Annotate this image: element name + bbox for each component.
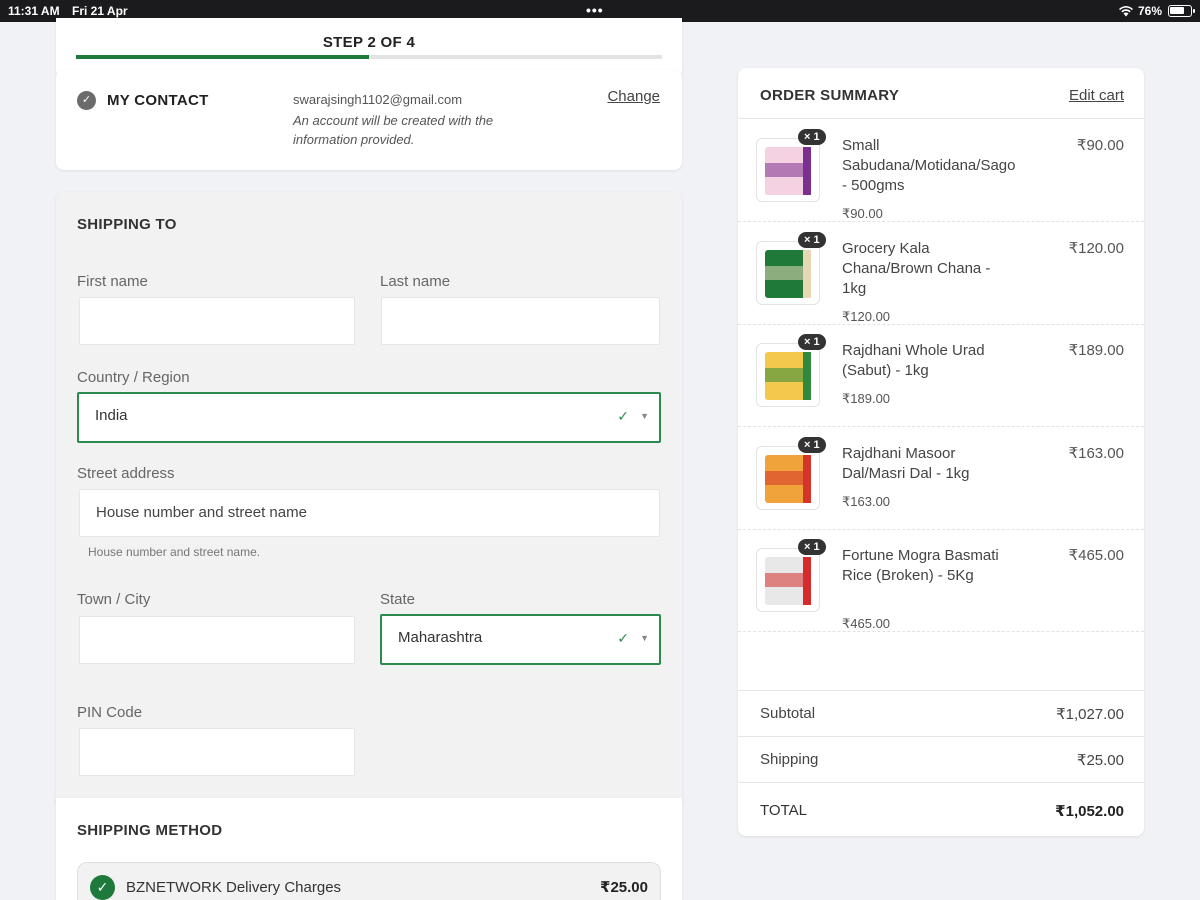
item-name: Grocery Kala Chana/Brown Chana - 1kg — [842, 239, 991, 297]
shipping-row: Shipping ₹25.00 — [738, 736, 1144, 782]
contact-title: MY CONTACT — [107, 92, 209, 109]
wifi-icon — [1118, 6, 1133, 17]
item-price: ₹189.00 — [1068, 342, 1124, 359]
valid-check-icon: ✓ — [617, 408, 629, 424]
product-thumbnail — [756, 548, 820, 612]
item-line-price: ₹189.00 — [842, 391, 891, 406]
product-thumbnail — [756, 240, 820, 305]
item-name: Rajdhani Whole Urad (Sabut) - 1kg — [842, 342, 985, 379]
contact-note: An account will be created with the info… — [293, 113, 494, 147]
item-price: ₹120.00 — [1068, 239, 1124, 257]
item-line-price: ₹90.00 — [842, 206, 883, 221]
status-date: Fri 21 Apr — [72, 4, 128, 18]
state-select[interactable]: Maharashtra ✓ ▼ — [380, 614, 661, 665]
status-right: 76% — [1118, 4, 1162, 18]
quantity-badge: × 1 — [798, 539, 826, 555]
status-time: 11:31 AM — [8, 4, 60, 18]
last-name-input[interactable] — [381, 297, 660, 345]
contact-section: ✓ MY CONTACT swarajsingh1102@gmail.com A… — [56, 70, 682, 170]
shipping-to-title: SHIPPING TO — [77, 216, 177, 233]
cart-item: × 1 Rajdhani Masoor Dal/Masri Dal - 1kg ₹1… — [738, 428, 1144, 530]
subtotal-label: Subtotal — [760, 705, 816, 722]
shipping-method-title: SHIPPING METHOD — [77, 822, 223, 839]
item-line-price: ₹120.00 — [842, 308, 891, 324]
state-value: Maharashtra — [398, 629, 483, 646]
shipping-to-section: SHIPPING TO First name Last name Country… — [56, 192, 682, 802]
item-name: Fortune Mogra Basmati Rice (Broken) - 5K… — [842, 547, 999, 584]
battery-icon — [1168, 5, 1195, 17]
total-row: TOTAL ₹1,052.00 — [738, 782, 1144, 836]
total-value: ₹1,052.00 — [1055, 803, 1124, 820]
subtotal-row: Subtotal ₹1,027.00 — [738, 690, 1144, 736]
street-address-input[interactable]: House number and street name — [79, 489, 660, 537]
street-helper-text: House number and street name. — [88, 545, 261, 559]
street-label: Street address — [77, 465, 175, 482]
change-contact-link[interactable]: Change — [607, 88, 660, 105]
product-thumbnail — [756, 343, 820, 407]
check-circle-icon: ✓ — [77, 91, 96, 110]
cart-item: × 1 Small Sabudana/Motidana/Sago - 500gms… — [738, 120, 1144, 222]
divider — [738, 118, 1144, 119]
item-line-price: ₹465.00 — [842, 616, 891, 631]
step-label: STEP 2 OF 4 — [322, 34, 416, 51]
item-name: Rajdhani Masoor Dal/Masri Dal - 1kg — [842, 444, 970, 482]
subtotal-value: ₹1,027.00 — [1056, 706, 1124, 723]
product-thumbnail — [756, 138, 820, 202]
last-name-label: Last name — [380, 273, 451, 290]
item-name: Small Sabudana/Motidana/Sago - 500gms — [842, 137, 1016, 194]
battery-percent: 76% — [1137, 4, 1162, 18]
city-input[interactable] — [79, 616, 355, 664]
first-name-label: First name — [77, 273, 148, 290]
shipping-method-price: ₹25.00 — [600, 879, 648, 896]
cart-item: × 1 Rajdhani Whole Urad (Sabut) - 1kg ₹189… — [738, 325, 1144, 427]
product-thumbnail — [756, 445, 820, 510]
step-progress-fill — [76, 55, 369, 59]
country-label: Country / Region — [77, 369, 190, 386]
chevron-down-icon[interactable]: ▼ — [640, 616, 649, 660]
contact-email: swarajsingh1102@gmail.com — [293, 92, 463, 107]
quantity-badge: × 1 — [798, 231, 826, 248]
item-line-price: ₹163.00 — [842, 493, 891, 509]
first-name-input[interactable] — [79, 297, 355, 345]
shipping-label: Shipping — [760, 751, 819, 768]
shipping-method-name: BZNETWORK Delivery Charges — [126, 879, 342, 896]
shipping-method-option[interactable]: ✓ BZNETWORK Delivery Charges ₹25.00 — [77, 862, 661, 900]
pin-code-label: PIN Code — [77, 704, 143, 721]
multitask-dots-icon[interactable]: ••• — [586, 2, 604, 18]
quantity-badge: × 1 — [798, 129, 826, 145]
valid-check-icon: ✓ — [617, 630, 629, 646]
edit-cart-link[interactable]: Edit cart — [1069, 87, 1124, 104]
state-label: State — [380, 591, 416, 608]
item-price: ₹90.00 — [1076, 137, 1124, 154]
quantity-badge: × 1 — [798, 334, 826, 350]
checkout-step-header: STEP 2 OF 4 — [56, 18, 682, 78]
country-value: India — [95, 407, 128, 424]
cart-item: × 1 Grocery Kala Chana/Brown Chana - 1kg ₹… — [738, 223, 1144, 325]
quantity-badge: × 1 — [798, 436, 826, 453]
cart-item: × 1 Fortune Mogra Basmati Rice (Broken) -… — [738, 530, 1144, 632]
chevron-down-icon[interactable]: ▼ — [640, 394, 649, 438]
pin-code-input[interactable] — [79, 728, 355, 776]
order-summary: ORDER SUMMARY Edit cart × 1 Small Sabudan… — [738, 68, 1144, 836]
shipping-method-section: SHIPPING METHOD ✓ BZNETWORK Delivery Cha… — [56, 798, 682, 900]
item-price: ₹465.00 — [1068, 547, 1124, 564]
country-select[interactable]: India ✓ ▼ — [77, 392, 661, 443]
order-summary-title: ORDER SUMMARY — [760, 87, 900, 104]
city-label: Town / City — [77, 591, 151, 608]
selected-check-icon[interactable]: ✓ — [90, 875, 115, 900]
step-progress-bar — [76, 55, 662, 59]
total-label: TOTAL — [760, 802, 807, 819]
shipping-value: ₹25.00 — [1076, 752, 1124, 769]
item-price: ₹163.00 — [1068, 444, 1124, 462]
